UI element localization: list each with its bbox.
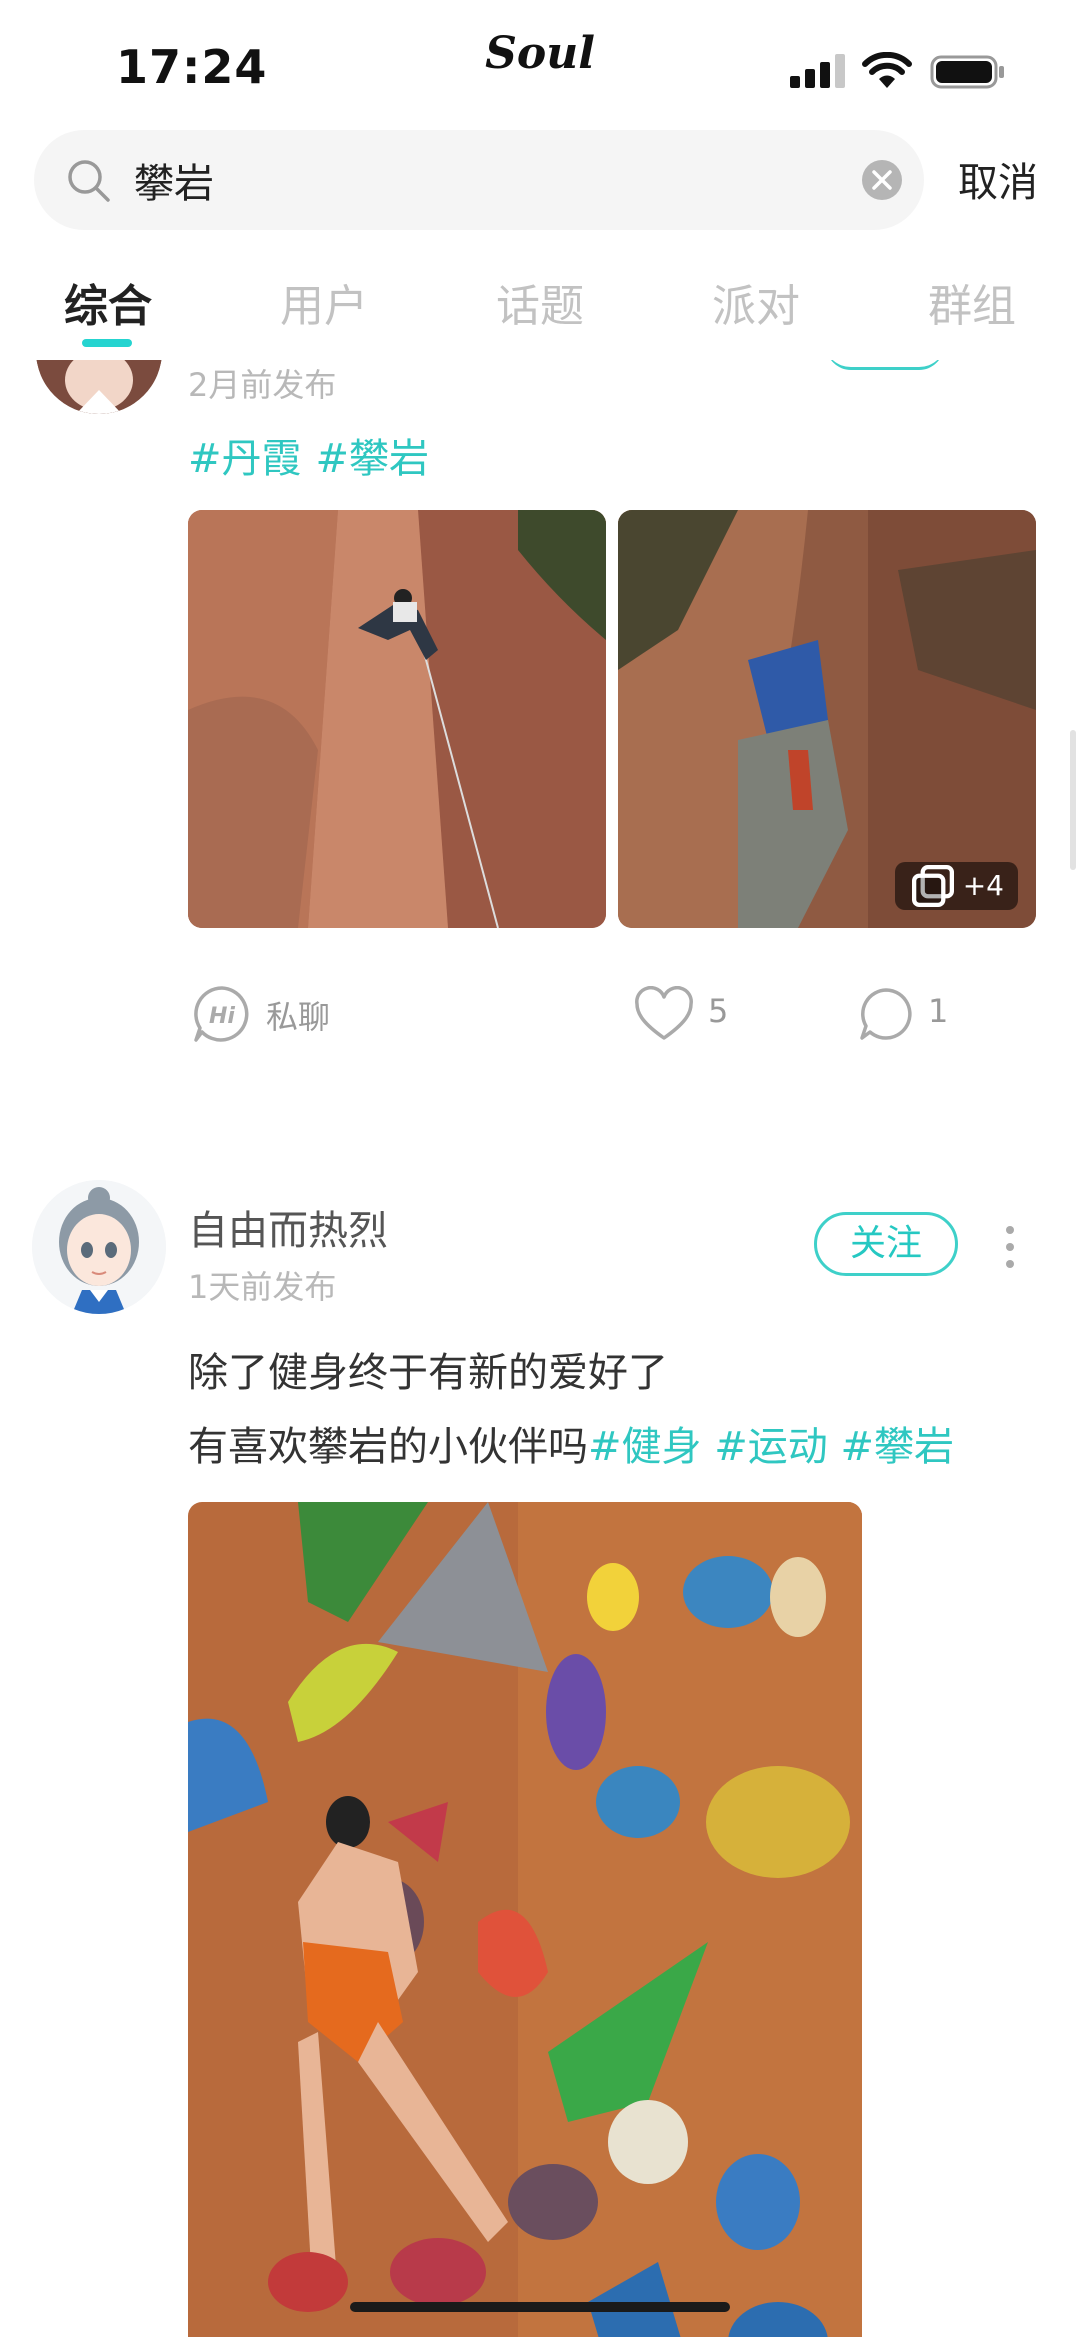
- category-tabs: 综合 用户 话题 派对 群组: [0, 270, 1080, 360]
- svg-text:Hi: Hi: [209, 1004, 235, 1029]
- post-text-line: 有喜欢攀岩的小伙伴吗#健身 #运动 #攀岩: [188, 1410, 954, 1484]
- comment-icon[interactable]: [858, 986, 914, 1042]
- post-photo[interactable]: [188, 1502, 862, 2337]
- search-bar[interactable]: [34, 130, 924, 230]
- private-chat-label[interactable]: 私聊: [266, 992, 330, 1038]
- avatar[interactable]: [36, 360, 162, 414]
- heart-icon[interactable]: [634, 986, 694, 1042]
- post-text-line: 除了健身终于有新的爱好了: [188, 1350, 668, 1396]
- post-photo[interactable]: +4: [618, 510, 1036, 928]
- post-time: 2月前发布: [188, 366, 337, 404]
- wifi-icon: [862, 52, 912, 88]
- topic-tag[interactable]: #丹霞: [188, 436, 302, 482]
- more-options-icon[interactable]: [1000, 1224, 1020, 1270]
- search-icon: [68, 160, 110, 202]
- tab-party[interactable]: 派对: [712, 270, 800, 334]
- tab-groups[interactable]: 群组: [928, 270, 1016, 334]
- topic-tag[interactable]: #运动: [714, 1424, 828, 1470]
- home-indicator[interactable]: [350, 2302, 730, 2312]
- like-count: 5: [708, 992, 729, 1030]
- tab-comprehensive[interactable]: 综合: [64, 270, 152, 334]
- topic-tag[interactable]: #攀岩: [840, 1424, 954, 1470]
- battery-icon: [930, 55, 1004, 89]
- topic-tag[interactable]: #健身: [588, 1424, 702, 1470]
- follow-button[interactable]: [826, 360, 944, 370]
- post-tags: #丹霞 #攀岩: [188, 426, 443, 484]
- follow-button[interactable]: 关注: [814, 1212, 958, 1276]
- search-results-feed[interactable]: 2月前发布 #丹霞 #攀岩 +4 Hi 私聊 5 1 自由而热烈 1天前发布 关…: [0, 360, 1080, 2337]
- avatar[interactable]: [32, 1180, 166, 1314]
- more-photos-count: +4: [962, 869, 1004, 902]
- post-actions: Hi 私聊 5 1: [0, 976, 1080, 1056]
- tab-users[interactable]: 用户: [280, 270, 368, 334]
- post-time: 1天前发布: [188, 1268, 337, 1306]
- status-bar: 17:24 Soul: [0, 0, 1080, 130]
- post-text: 除了健身终于有新的爱好了 有喜欢攀岩的小伙伴吗#健身 #运动 #攀岩: [188, 1336, 954, 1484]
- clear-icon[interactable]: [860, 158, 904, 202]
- cancel-button[interactable]: 取消: [958, 150, 1038, 208]
- status-app-name: Soul: [485, 28, 595, 79]
- post-text-body: 有喜欢攀岩的小伙伴吗: [188, 1424, 588, 1470]
- scrollbar[interactable]: [1070, 730, 1076, 870]
- post-photo[interactable]: [188, 510, 606, 928]
- active-tab-indicator: [82, 339, 132, 347]
- cellular-signal-icon: [790, 54, 845, 88]
- gallery-icon: [911, 865, 954, 907]
- search-input[interactable]: [134, 152, 834, 208]
- topic-tag[interactable]: #攀岩: [316, 436, 430, 482]
- username[interactable]: 自由而热烈: [188, 1198, 388, 1256]
- tab-topics[interactable]: 话题: [496, 270, 584, 334]
- hi-chat-icon[interactable]: Hi: [192, 984, 252, 1044]
- comment-count: 1: [928, 992, 949, 1030]
- more-photos-badge: +4: [894, 862, 1018, 910]
